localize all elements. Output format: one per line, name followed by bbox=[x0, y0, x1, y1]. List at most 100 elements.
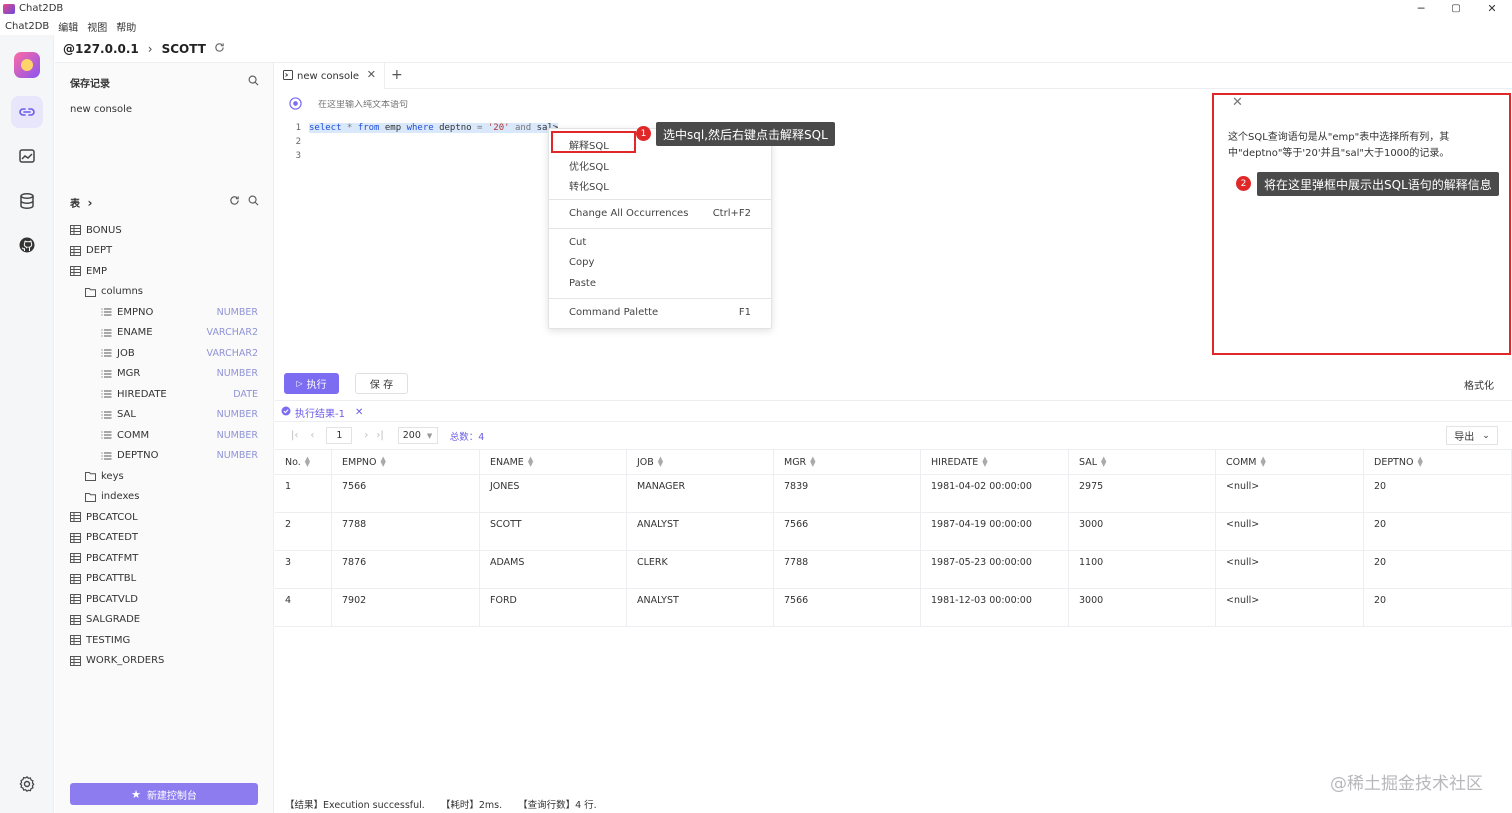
tree-node-table[interactable]: PBCATEDT bbox=[55, 528, 274, 549]
menu-item-change-all[interactable]: Change All Occurrences bbox=[569, 208, 688, 219]
table-cell[interactable]: 7876 bbox=[332, 551, 480, 588]
format-button[interactable]: 格式化 bbox=[1464, 377, 1494, 392]
first-page-button[interactable]: |‹ bbox=[291, 430, 298, 441]
table-cell[interactable]: <null> bbox=[1216, 475, 1364, 512]
table-cell[interactable]: 7788 bbox=[332, 513, 480, 550]
add-tab-button[interactable]: + bbox=[391, 67, 403, 83]
column-header[interactable]: MGR ▲ ▼ bbox=[774, 450, 921, 474]
saved-item-new-console[interactable]: new console bbox=[70, 104, 132, 115]
table-cell[interactable]: 3 bbox=[275, 551, 332, 588]
sort-icon[interactable]: ▲ ▼ bbox=[810, 456, 815, 468]
table-cell[interactable]: 20 bbox=[1364, 589, 1512, 626]
menu-help[interactable]: 帮助 bbox=[116, 19, 136, 34]
tree-node-table[interactable]: SALGRADE bbox=[55, 610, 274, 631]
table-cell[interactable]: 1987-04-19 00:00:00 bbox=[921, 513, 1069, 550]
table-cell[interactable]: 1 bbox=[275, 475, 332, 512]
menu-item-optimize-sql[interactable]: 优化SQL bbox=[569, 158, 609, 173]
tables-title[interactable]: 表 › bbox=[70, 195, 92, 210]
table-cell[interactable]: 7902 bbox=[332, 589, 480, 626]
current-page-input[interactable]: 1 bbox=[326, 427, 353, 444]
tree-node-table[interactable]: TESTIMG bbox=[55, 630, 274, 651]
table-cell[interactable]: 1981-04-02 00:00:00 bbox=[921, 475, 1069, 512]
tree-node-table[interactable]: PBCATCOL bbox=[55, 507, 274, 528]
tree-node-column[interactable]: MGR NUMBER bbox=[55, 364, 274, 385]
tree-node-table[interactable]: BONUS bbox=[55, 220, 274, 241]
sort-icon[interactable]: ▲ ▼ bbox=[1417, 456, 1422, 468]
table-cell[interactable]: 7566 bbox=[332, 475, 480, 512]
run-button[interactable]: ▷ 执行 bbox=[284, 373, 339, 394]
tree-node-column[interactable]: ENAME VARCHAR2 bbox=[55, 323, 274, 344]
refresh-icon[interactable] bbox=[214, 42, 225, 56]
menu-item-command-palette[interactable]: Command Palette bbox=[569, 307, 658, 318]
menu-item-copy[interactable]: Copy bbox=[569, 257, 594, 268]
settings-gear-icon[interactable] bbox=[16, 773, 38, 795]
sort-icon[interactable]: ▲ ▼ bbox=[381, 456, 386, 468]
ai-assistant-icon[interactable] bbox=[289, 97, 302, 113]
column-header[interactable]: No. ▲ ▼ bbox=[275, 450, 332, 474]
column-header[interactable]: SAL ▲ ▼ bbox=[1069, 450, 1216, 474]
table-cell[interactable]: 1100 bbox=[1069, 551, 1216, 588]
sort-icon[interactable]: ▲ ▼ bbox=[305, 456, 310, 468]
sort-icon[interactable]: ▲ ▼ bbox=[1101, 456, 1106, 468]
tree-node-column[interactable]: EMPNO NUMBER bbox=[55, 302, 274, 323]
menu-view[interactable]: 视图 bbox=[87, 19, 107, 34]
menu-item-cut[interactable]: Cut bbox=[569, 237, 586, 248]
table-cell[interactable]: 20 bbox=[1364, 551, 1512, 588]
refresh-tables-icon[interactable] bbox=[229, 195, 240, 209]
export-button[interactable]: 导出 ⌄ bbox=[1446, 426, 1498, 445]
tree-node-table[interactable]: PBCATVLD bbox=[55, 589, 274, 610]
minimize-button[interactable]: ─ bbox=[1403, 0, 1439, 17]
connection-link-icon[interactable] bbox=[11, 96, 43, 128]
table-cell[interactable]: 3000 bbox=[1069, 513, 1216, 550]
tree-node-column[interactable]: SAL NUMBER bbox=[55, 405, 274, 426]
sort-icon[interactable]: ▲ ▼ bbox=[1261, 456, 1266, 468]
tree-node-table[interactable]: PBCATTBL bbox=[55, 569, 274, 590]
column-header[interactable]: JOB ▲ ▼ bbox=[627, 450, 774, 474]
table-row[interactable]: 4 7902 FORD ANALYST 7566 1981-12-03 00:00:00 3… bbox=[275, 589, 1512, 627]
tree-node-column[interactable]: HIREDATE DATE bbox=[55, 384, 274, 405]
table-cell[interactable]: <null> bbox=[1216, 551, 1364, 588]
result-tab-close-icon[interactable]: ✕ bbox=[355, 407, 363, 418]
page-size-select[interactable]: 200 ▼ bbox=[397, 427, 438, 444]
next-page-button[interactable]: › bbox=[364, 430, 368, 441]
table-row[interactable]: 1 7566 JONES MANAGER 7839 1981-04-02 00:00:00… bbox=[275, 475, 1512, 513]
table-cell[interactable]: 7566 bbox=[774, 589, 921, 626]
github-icon[interactable] bbox=[16, 234, 38, 256]
database-icon[interactable] bbox=[16, 190, 38, 212]
column-header[interactable]: COMM ▲ ▼ bbox=[1216, 450, 1364, 474]
natural-language-input[interactable] bbox=[318, 100, 618, 110]
tree-node-table[interactable]: EMP bbox=[55, 261, 274, 282]
table-cell[interactable]: 20 bbox=[1364, 513, 1512, 550]
menu-item-convert-sql[interactable]: 转化SQL bbox=[569, 178, 609, 193]
table-cell[interactable]: SCOTT bbox=[480, 513, 627, 550]
table-cell[interactable]: 20 bbox=[1364, 475, 1512, 512]
search-icon[interactable] bbox=[248, 75, 259, 89]
tree-node-folder[interactable]: columns bbox=[55, 282, 274, 303]
prev-page-button[interactable]: ‹ bbox=[310, 430, 314, 441]
breadcrumb-database[interactable]: SCOTT bbox=[162, 42, 206, 56]
table-cell[interactable]: MANAGER bbox=[627, 475, 774, 512]
menu-item-explain-sql[interactable]: 解释SQL bbox=[569, 137, 609, 152]
tree-node-table[interactable]: WORK_ORDERS bbox=[55, 651, 274, 672]
save-button[interactable]: 保 存 bbox=[355, 373, 408, 394]
tab-result-1[interactable]: 执行结果-1 ✕ bbox=[281, 405, 363, 420]
tree-node-table[interactable]: DEPT bbox=[55, 241, 274, 262]
table-cell[interactable]: ANALYST bbox=[627, 589, 774, 626]
table-cell[interactable]: ADAMS bbox=[480, 551, 627, 588]
sort-icon[interactable]: ▲ ▼ bbox=[528, 456, 533, 468]
sql-code-line[interactable]: select * from emp where deptno = '20' an… bbox=[309, 123, 559, 133]
table-cell[interactable]: ANALYST bbox=[627, 513, 774, 550]
table-cell[interactable]: 7839 bbox=[774, 475, 921, 512]
maximize-button[interactable]: ▢ bbox=[1438, 0, 1474, 17]
new-console-button[interactable]: ★ 新建控制台 bbox=[70, 783, 258, 805]
table-cell[interactable]: <null> bbox=[1216, 513, 1364, 550]
table-row[interactable]: 2 7788 SCOTT ANALYST 7566 1987-04-19 00:00:00… bbox=[275, 513, 1512, 551]
dashboard-chart-icon[interactable] bbox=[16, 145, 38, 167]
sort-icon[interactable]: ▲ ▼ bbox=[982, 456, 987, 468]
tree-node-column[interactable]: JOB VARCHAR2 bbox=[55, 343, 274, 364]
menu-chat2db[interactable]: Chat2DB bbox=[5, 21, 49, 32]
last-page-button[interactable]: ›| bbox=[376, 430, 383, 441]
table-cell[interactable]: 1981-12-03 00:00:00 bbox=[921, 589, 1069, 626]
table-cell[interactable]: CLERK bbox=[627, 551, 774, 588]
table-cell[interactable]: 7566 bbox=[774, 513, 921, 550]
